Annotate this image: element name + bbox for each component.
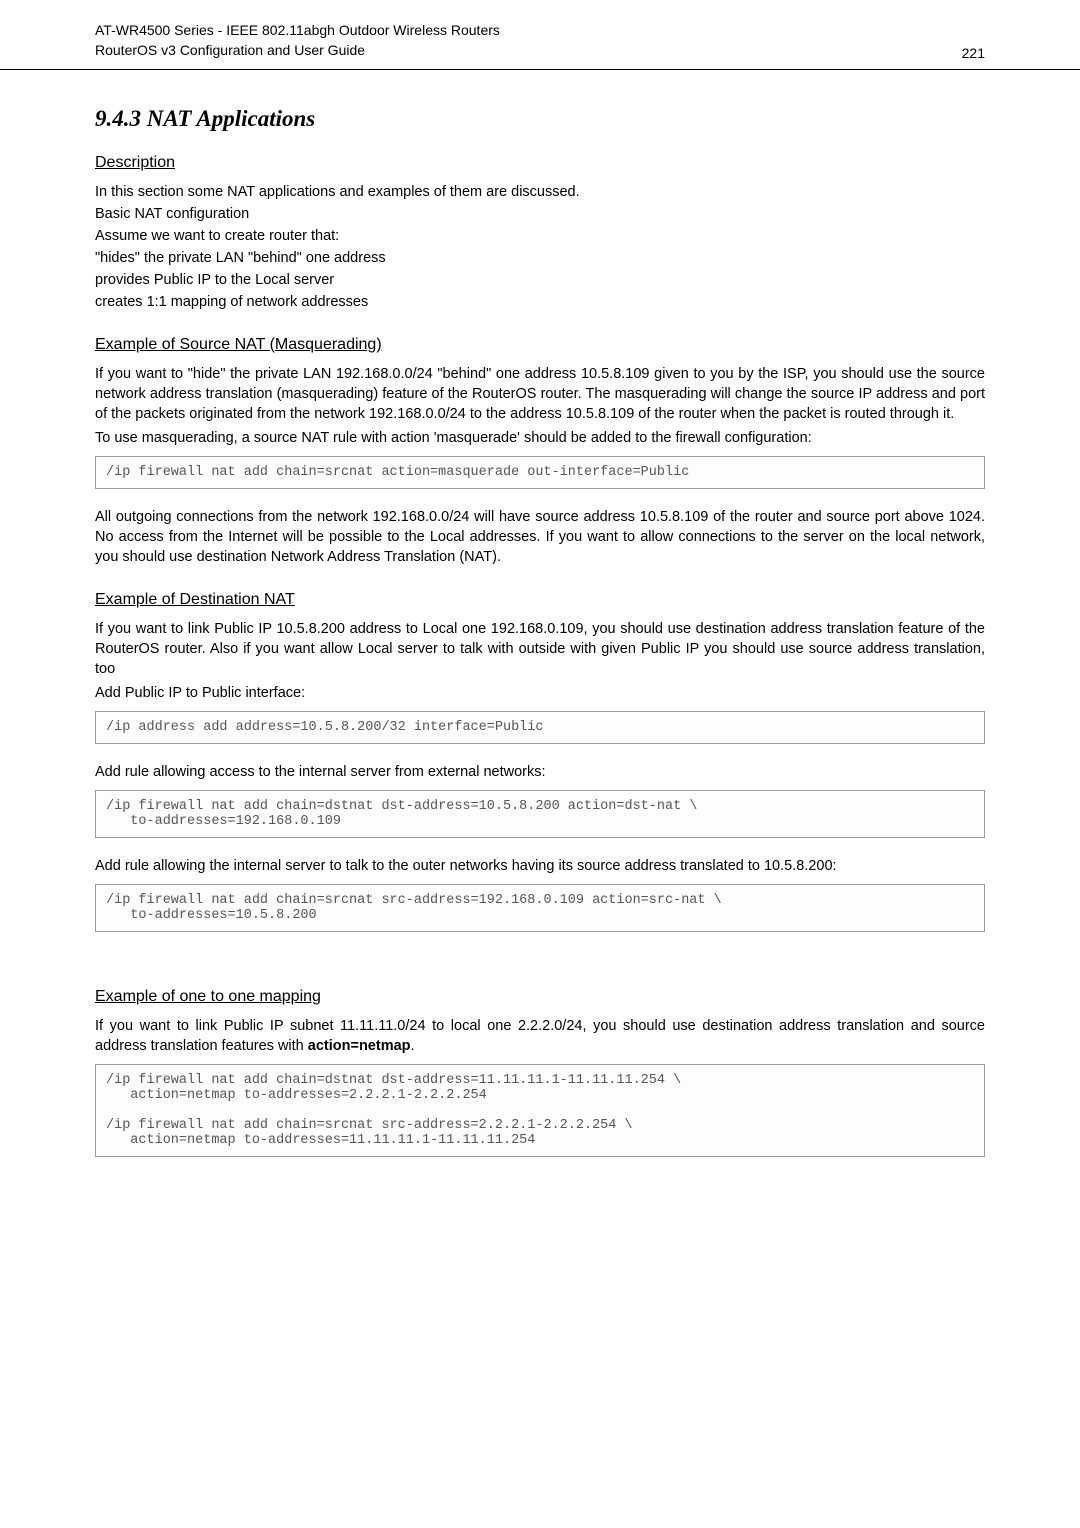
desc-line: In this section some NAT applications an… xyxy=(95,182,985,202)
dstnat-para-4: Add rule allowing the internal server to… xyxy=(95,856,985,876)
code-block-2: /ip address add address=10.5.8.200/32 in… xyxy=(95,711,985,744)
description-block: In this section some NAT applications an… xyxy=(95,182,985,312)
heading-description: Description xyxy=(95,154,985,172)
page-header: AT-WR4500 Series - IEEE 802.11abgh Outdo… xyxy=(0,0,1080,70)
dstnat-para-1: If you want to link Public IP 10.5.8.200… xyxy=(95,619,985,679)
code-block-3: /ip firewall nat add chain=dstnat dst-ad… xyxy=(95,790,985,838)
srcnat-para-2: To use masquerading, a source NAT rule w… xyxy=(95,428,985,448)
section-title: 9.4.3 NAT Applications xyxy=(95,106,985,132)
code-block-1: /ip firewall nat add chain=srcnat action… xyxy=(95,456,985,489)
desc-line: "hides" the private LAN "behind" one add… xyxy=(95,248,985,268)
header-line-1: AT-WR4500 Series - IEEE 802.11abgh Outdo… xyxy=(95,20,500,40)
heading-destination-nat: Example of Destination NAT xyxy=(95,591,985,609)
oneone-prefix: If you want to link Public IP subnet 11.… xyxy=(95,1018,985,1054)
header-line-2: RouterOS v3 Configuration and User Guide xyxy=(95,40,500,60)
srcnat-para-3: All outgoing connections from the networ… xyxy=(95,507,985,567)
page-content: 9.4.3 NAT Applications Description In th… xyxy=(0,70,1080,1235)
oneone-suffix: . xyxy=(411,1038,415,1054)
header-title-block: AT-WR4500 Series - IEEE 802.11abgh Outdo… xyxy=(95,20,500,61)
heading-one-to-one: Example of one to one mapping xyxy=(95,988,985,1006)
oneone-bold: action=netmap xyxy=(308,1038,411,1054)
heading-source-nat: Example of Source NAT (Masquerading) xyxy=(95,336,985,354)
desc-line: provides Public IP to the Local server xyxy=(95,270,985,290)
dstnat-para-3: Add rule allowing access to the internal… xyxy=(95,762,985,782)
desc-line: Basic NAT configuration xyxy=(95,204,985,224)
srcnat-para-1: If you want to "hide" the private LAN 19… xyxy=(95,364,985,424)
code-block-5: /ip firewall nat add chain=dstnat dst-ad… xyxy=(95,1064,985,1157)
desc-line: Assume we want to create router that: xyxy=(95,226,985,246)
page-number: 221 xyxy=(962,45,985,61)
dstnat-para-2: Add Public IP to Public interface: xyxy=(95,683,985,703)
desc-line: creates 1:1 mapping of network addresses xyxy=(95,292,985,312)
code-block-4: /ip firewall nat add chain=srcnat src-ad… xyxy=(95,884,985,932)
oneone-para-1: If you want to link Public IP subnet 11.… xyxy=(95,1016,985,1056)
